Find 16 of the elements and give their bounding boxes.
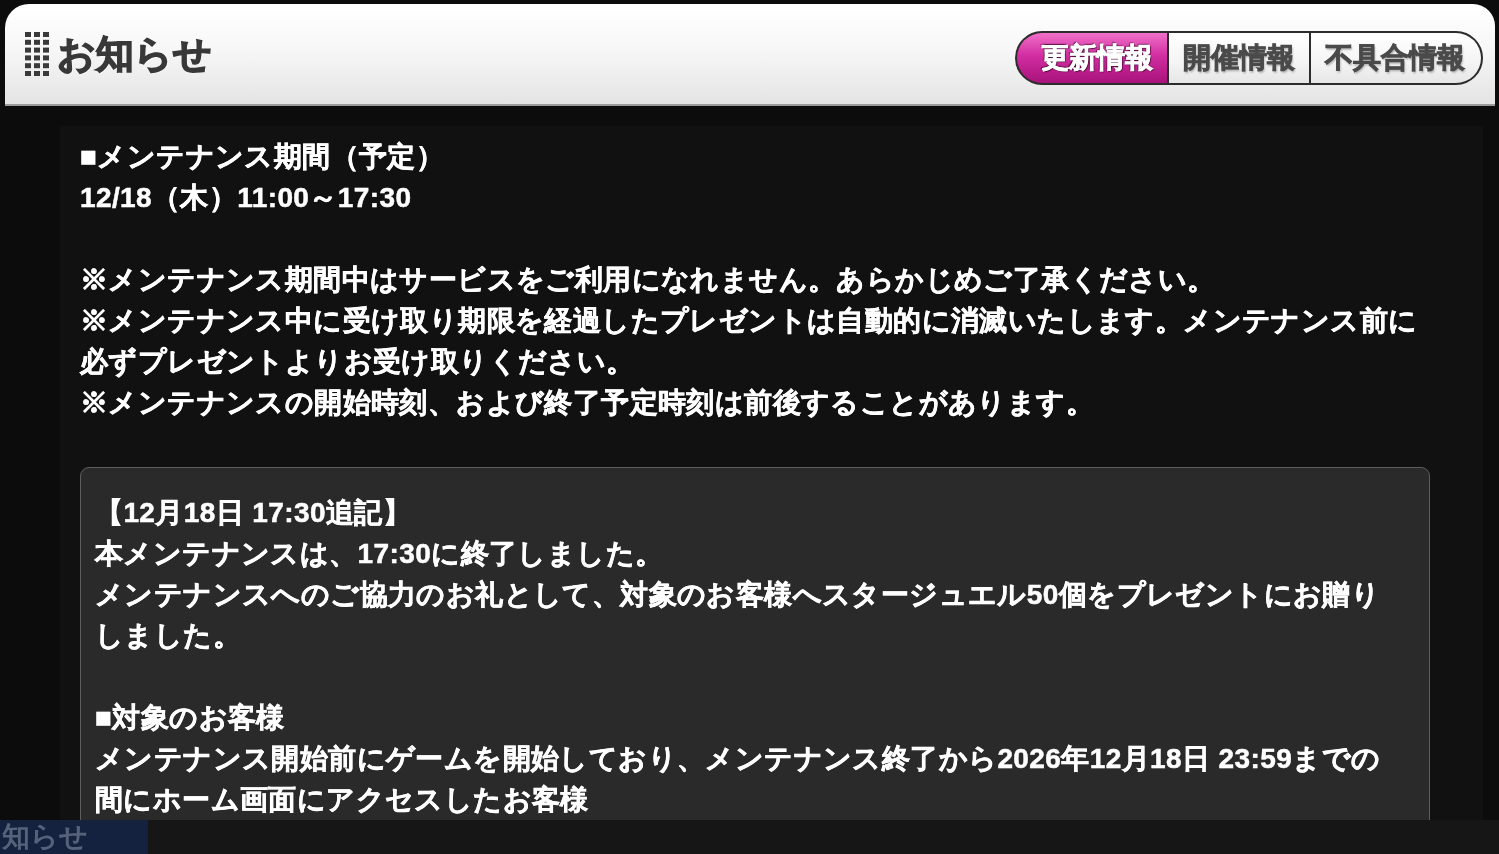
- background-label: 知らせ: [2, 820, 88, 854]
- notice-text: ※メンテナンス期間中はサービスをご利用になれません。あらかじめご了承ください。: [80, 263, 1217, 297]
- tab[interactable]: 開催情報: [1169, 33, 1309, 83]
- addendum-text: 【12月18日 17:30追記】: [95, 496, 413, 530]
- addendum-text: ■対象のお客様: [95, 701, 286, 735]
- dots-grid-icon: [25, 32, 49, 76]
- panel-title: お知らせ: [57, 31, 212, 77]
- notice-text: ※メンテナンスの開始時刻、および終了予定時刻は前後することがあります。: [80, 386, 1095, 420]
- notice-text: ※メンテナンス中に受け取り期限を経過したプレゼントは自動的に消滅いたします。メンテナンス前に必ずプレゼントよりお受け取りください。: [80, 304, 1419, 379]
- tab[interactable]: 不具合情報: [1311, 33, 1481, 83]
- addendum-text: 本メンテナンスは、17:30に終了しました。: [95, 537, 665, 571]
- addendum-text: メンテナンス開始前にゲームを開始しており、メンテナンス終了から2026年12月18日 23:59までの間にホーム画面にアクセスしたお客様: [95, 742, 1382, 817]
- notice-text: 12/18（木）11:00～17:30: [80, 181, 413, 215]
- tab[interactable]: 更新情報: [1017, 33, 1167, 83]
- addendum-text: メンテナンスへのご協力のお礼として、対象のお客様へスタージュエル50個をプレゼントにお贈りしました。: [95, 578, 1382, 653]
- notice-text: ■メンテナンス期間（予定）: [80, 140, 446, 174]
